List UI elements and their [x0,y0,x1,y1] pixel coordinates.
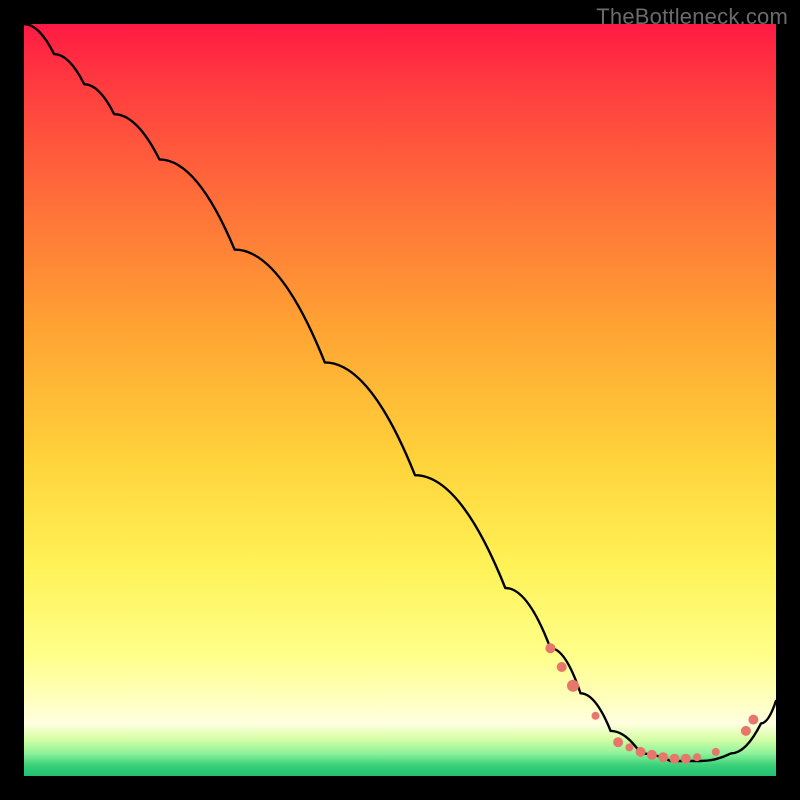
curve-marker [557,662,567,672]
curve-marker [670,754,680,764]
plot-area [24,24,776,776]
bottleneck-curve [24,24,776,761]
curve-svg [24,24,776,776]
curve-marker [693,753,701,761]
curve-marker [748,715,758,725]
curve-marker [658,752,668,762]
chart-stage: TheBottleneck.com [0,0,800,800]
curve-marker [625,743,633,751]
curve-marker [545,643,555,653]
curve-marker [681,754,691,764]
curve-marker [592,712,600,720]
curve-marker [647,750,657,760]
curve-marker [613,737,623,747]
curve-markers [545,643,758,764]
curve-marker [712,748,720,756]
curve-marker [741,726,751,736]
curve-marker [636,747,646,757]
curve-marker [567,680,579,692]
